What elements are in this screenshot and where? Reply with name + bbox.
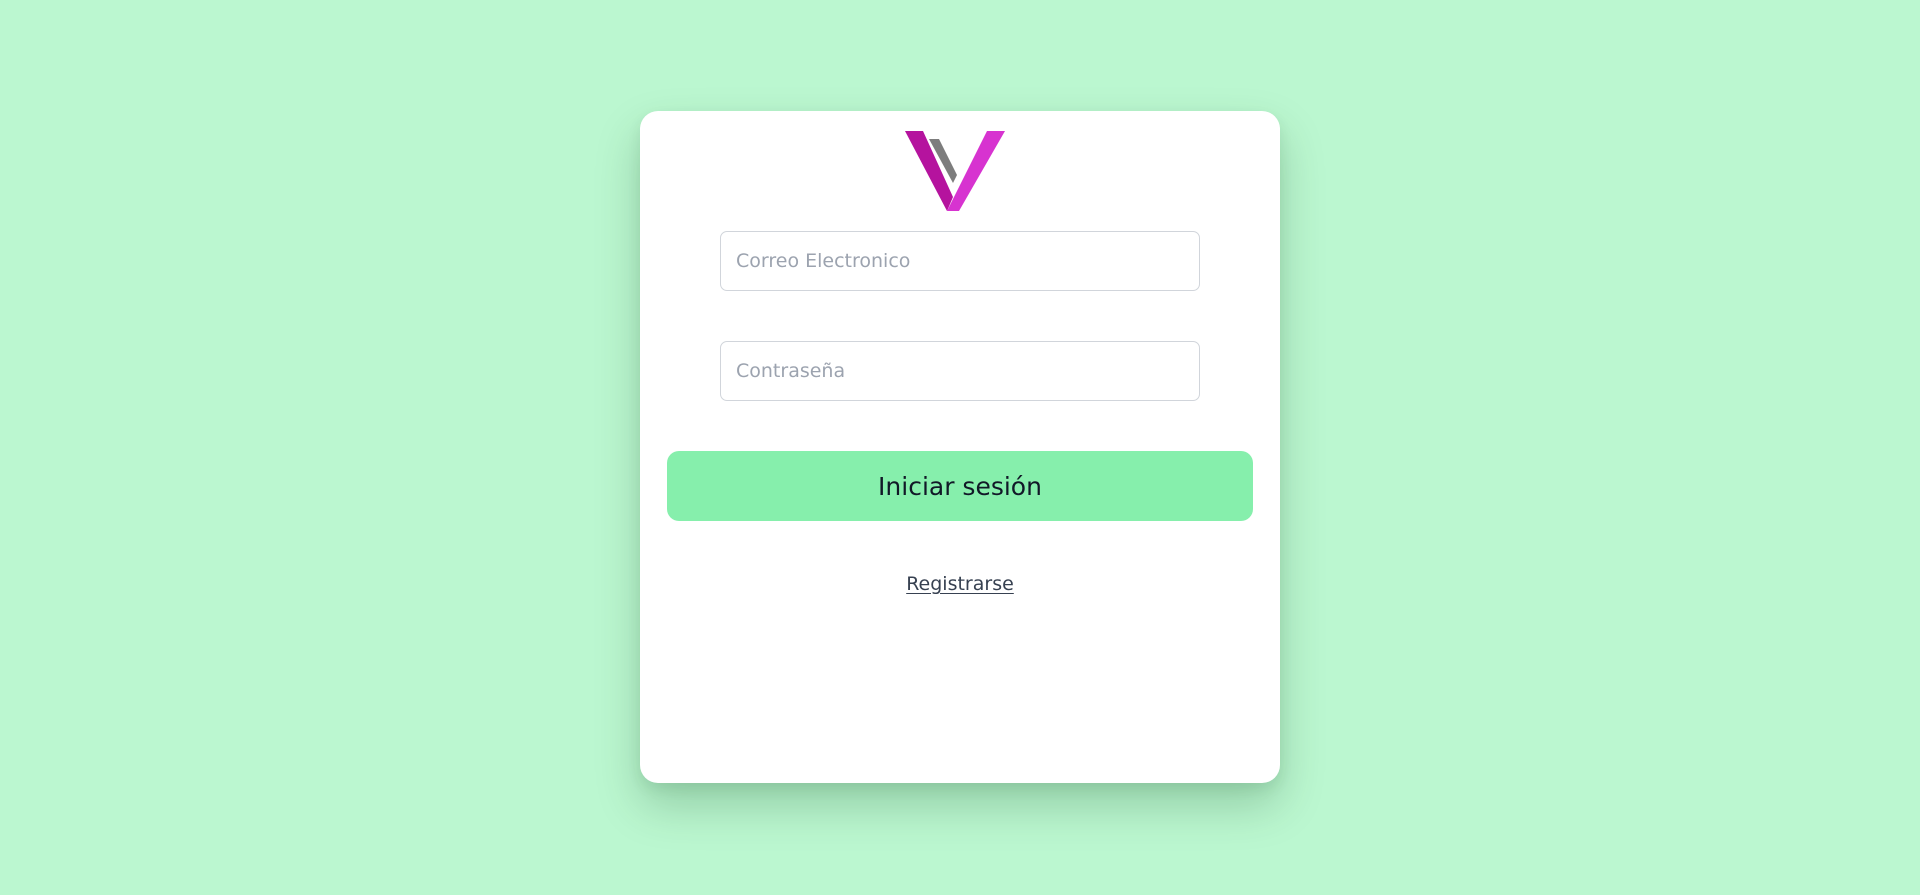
login-button[interactable]: Iniciar sesión	[667, 451, 1253, 521]
logo-left-stroke	[905, 131, 953, 211]
password-field[interactable]	[720, 341, 1200, 401]
email-field[interactable]	[720, 231, 1200, 291]
login-card: Iniciar sesión Registrarse	[640, 111, 1280, 783]
v-logo-icon	[905, 131, 1005, 211]
logo-right-stroke	[947, 131, 1005, 211]
register-link[interactable]: Registrarse	[640, 573, 1280, 595]
